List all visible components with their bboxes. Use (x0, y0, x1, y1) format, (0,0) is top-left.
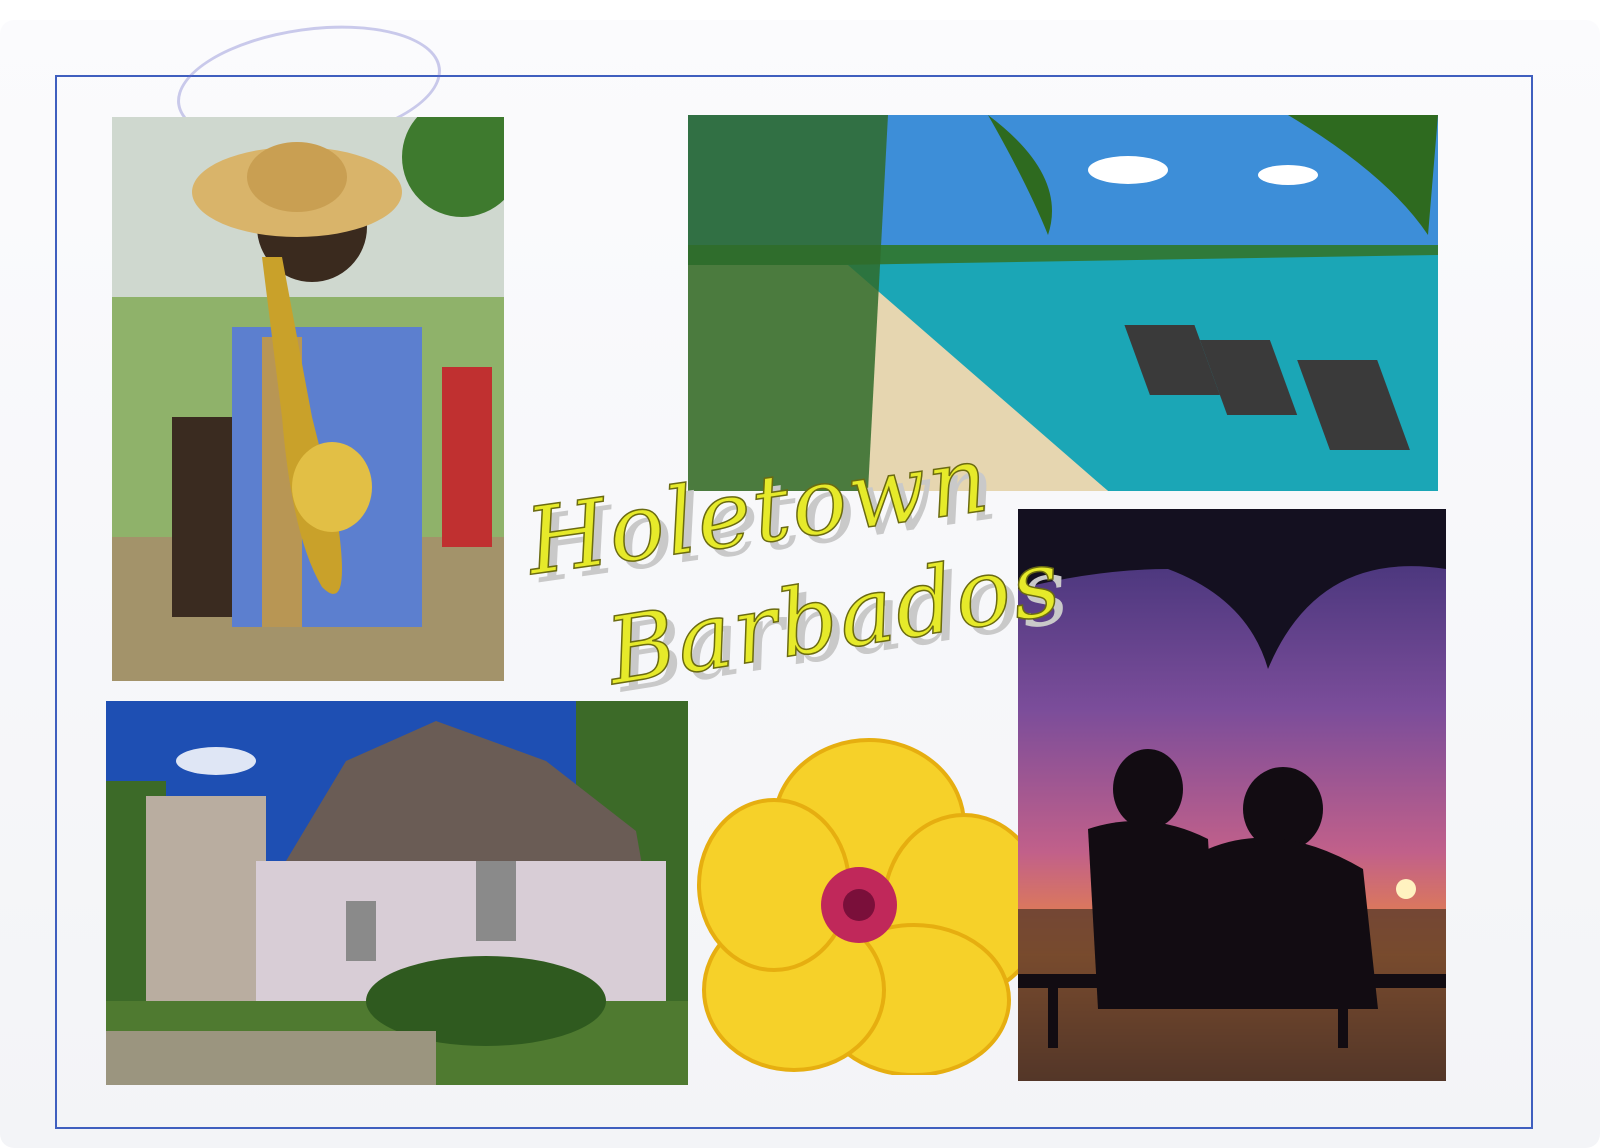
sunset-photo (1018, 509, 1446, 1081)
hibiscus-photo (694, 735, 1044, 1075)
beach-photo (688, 115, 1438, 491)
saxophonist-photo (112, 117, 504, 681)
church-photo (106, 701, 688, 1085)
